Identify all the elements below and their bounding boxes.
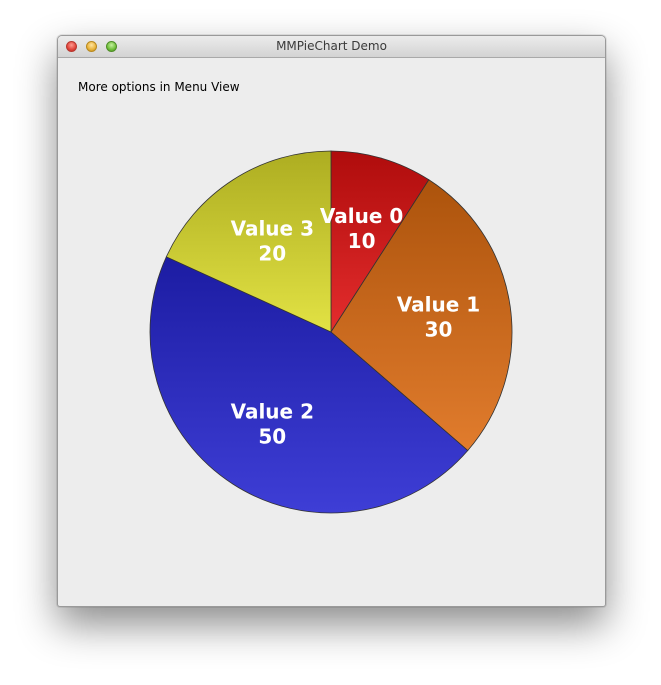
slice-label-value-1: 30 <box>425 318 453 342</box>
slice-label-name-3: Value 3 <box>231 217 314 241</box>
menu-hint-text: More options in Menu View <box>78 80 240 94</box>
slice-label-name-1: Value 1 <box>397 293 480 317</box>
pie-chart[interactable]: Value 010 Value 130 Value 250 Value 320 <box>138 136 538 536</box>
slice-label-value-3: 20 <box>258 242 286 266</box>
window-title: MMPieChart Demo <box>276 39 387 53</box>
title-bar[interactable]: MMPieChart Demo <box>58 36 605 58</box>
app-window: MMPieChart Demo More options in Menu Vie… <box>57 35 606 607</box>
slice-label-name-0: Value 0 <box>320 204 403 228</box>
slice-label-value-0: 10 <box>348 229 376 253</box>
slice-label-name-2: Value 2 <box>231 399 314 423</box>
slice-label-value-2: 50 <box>258 424 286 448</box>
